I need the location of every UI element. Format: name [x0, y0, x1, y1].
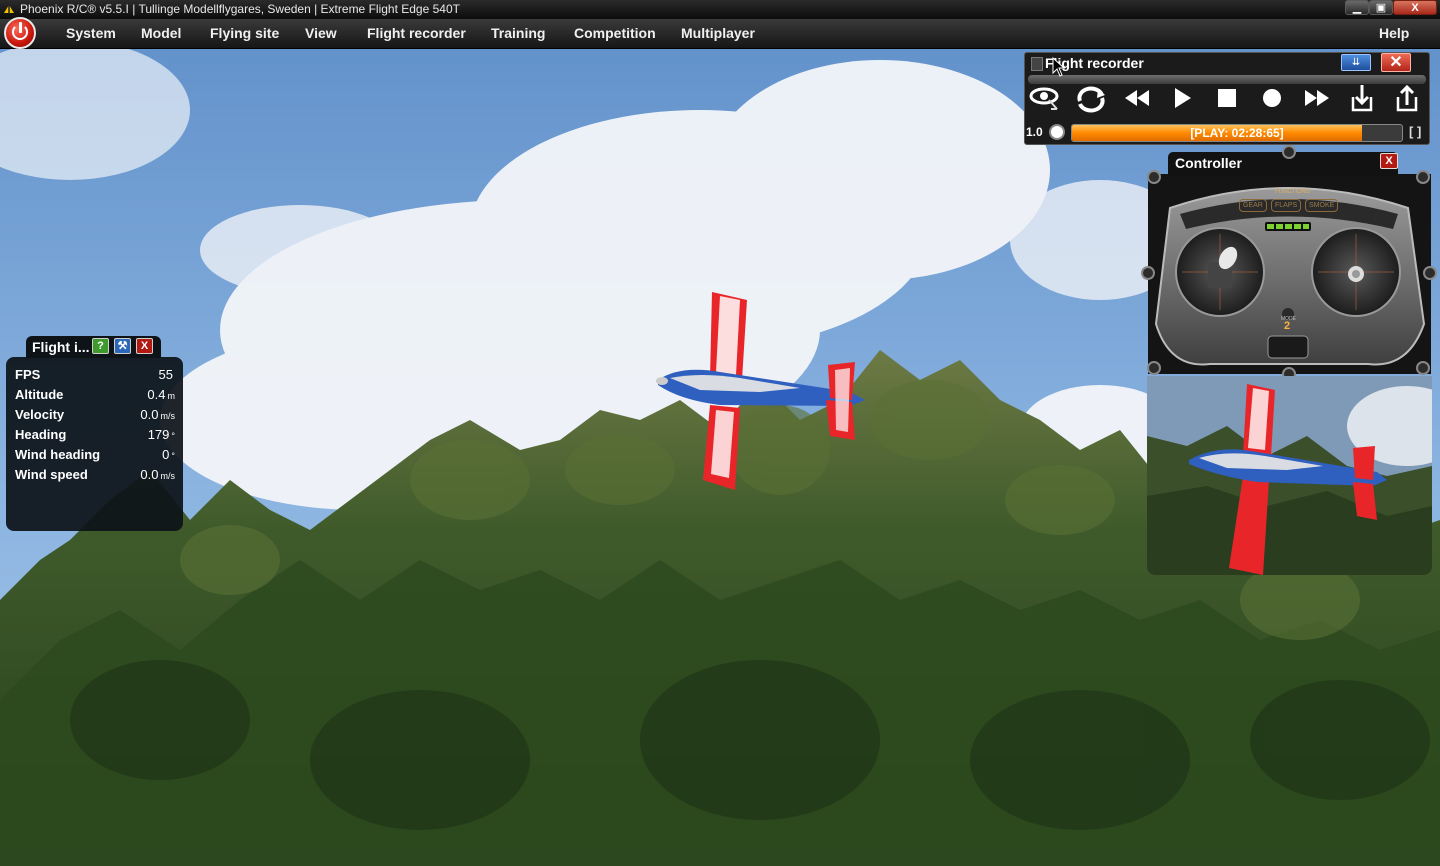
window-title: Phoenix R/C® v5.5.I | Tullinge Modellfly…: [20, 2, 460, 16]
close-recorder-button[interactable]: ✕: [1381, 53, 1411, 72]
mode-value: 2: [1283, 320, 1291, 332]
resize-handle[interactable]: [1416, 361, 1430, 375]
view-eye-icon[interactable]: [1027, 83, 1065, 113]
playback-status: [PLAY: 02:28:65]: [1190, 126, 1284, 140]
function-gear-indicator: GEAR: [1239, 199, 1267, 212]
info-label: Velocity: [15, 407, 65, 422]
close-flight-info-button[interactable]: X: [136, 338, 153, 354]
info-label: Wind speed: [15, 467, 88, 482]
menu-system[interactable]: System: [66, 25, 116, 41]
info-label: Heading: [15, 427, 67, 442]
info-value: 0.0 m/s: [140, 467, 175, 482]
window-titlebar: Phoenix R/C® v5.5.I | Tullinge Modellfly…: [0, 0, 1440, 19]
menu-view[interactable]: View: [305, 25, 337, 41]
info-row-heading: Heading 179 °: [15, 427, 175, 445]
record-marker-icon[interactable]: [1049, 124, 1065, 140]
resize-handle[interactable]: [1147, 361, 1161, 375]
info-value: 0.4 m: [147, 387, 175, 402]
menu-help[interactable]: Help: [1379, 25, 1409, 41]
fullscreen-toggle[interactable]: [ ]: [1409, 124, 1421, 139]
flight-info-title: Flight i...: [32, 339, 90, 355]
info-row-altitude: Altitude 0.4 m: [15, 387, 175, 405]
info-row-wind-speed: Wind speed 0.0 m/s: [15, 467, 175, 485]
info-row-wind-heading: Wind heading 0 °: [15, 447, 175, 465]
rewind-icon[interactable]: [1118, 83, 1156, 113]
resize-handle[interactable]: [1416, 170, 1430, 184]
zoom-level: 1.0: [1026, 125, 1043, 139]
menu-competition[interactable]: Competition: [574, 25, 656, 41]
camera-preview: [1147, 376, 1432, 575]
close-window-button[interactable]: X: [1393, 0, 1437, 15]
info-value: 179 °: [147, 427, 175, 442]
minimize-button[interactable]: ▁: [1345, 0, 1369, 15]
import-icon[interactable]: [1343, 83, 1381, 113]
help-button[interactable]: ?: [92, 338, 109, 354]
info-value: 55: [158, 367, 173, 382]
menu-flight-recorder[interactable]: Flight recorder: [367, 25, 466, 41]
play-icon[interactable]: [1163, 83, 1201, 113]
loop-icon[interactable]: [1072, 83, 1110, 113]
export-icon[interactable]: [1388, 83, 1426, 113]
flight-info-header[interactable]: Flight i... ? ⚒ X: [26, 336, 161, 358]
resize-handle[interactable]: [1423, 266, 1437, 280]
mouse-cursor-icon: [1052, 57, 1066, 77]
record-icon[interactable]: [1253, 83, 1291, 113]
collapse-button[interactable]: ⇊: [1341, 54, 1371, 71]
controller-panel: Controller X FUNCTIONS GEAR FLAPS SMOKE …: [1148, 152, 1431, 376]
menu-bar: System Model Flying site View Flight rec…: [0, 17, 1440, 49]
resize-handle[interactable]: [1141, 266, 1155, 280]
resize-handle[interactable]: [1147, 170, 1161, 184]
info-row-velocity: Velocity 0.0 m/s: [15, 407, 175, 425]
info-value: 0 °: [162, 447, 175, 462]
panel-grip-icon[interactable]: [1031, 57, 1043, 71]
menu-flying-site[interactable]: Flying site: [210, 25, 279, 41]
resize-handle[interactable]: [1282, 145, 1296, 159]
close-controller-button[interactable]: X: [1380, 153, 1398, 169]
app-logo-icon: [4, 5, 14, 14]
info-label: Altitude: [15, 387, 64, 402]
info-label: FPS: [15, 367, 41, 382]
fast-forward-icon[interactable]: [1298, 83, 1336, 113]
info-label: Wind heading: [15, 447, 101, 462]
menu-multiplayer[interactable]: Multiplayer: [681, 25, 755, 41]
flight-recorder-panel: Flight recorder ⇊ ✕ 1.0 [PLAY: 02:28:65]…: [1024, 52, 1430, 145]
function-flaps-indicator: FLAPS: [1271, 199, 1302, 212]
info-row-fps: FPS 55: [15, 367, 175, 385]
menu-model[interactable]: Model: [141, 25, 181, 41]
flight-info-panel: FPS 55 Altitude 0.4 m Velocity 0.0 m/s Hea…: [6, 357, 183, 531]
settings-tools-icon[interactable]: ⚒: [114, 338, 131, 354]
stop-icon[interactable]: [1208, 83, 1246, 113]
info-value: 0.0 m/s: [140, 407, 175, 422]
controller-title: Controller: [1175, 155, 1242, 171]
power-icon[interactable]: [4, 17, 36, 49]
functions-label: FUNCTIONS: [1275, 189, 1310, 195]
maximize-button[interactable]: ▣: [1369, 0, 1393, 15]
menu-training[interactable]: Training: [491, 25, 545, 41]
function-smoke-indicator: SMOKE: [1305, 199, 1339, 212]
playback-progress-bar[interactable]: [PLAY: 02:28:65]: [1071, 124, 1403, 142]
